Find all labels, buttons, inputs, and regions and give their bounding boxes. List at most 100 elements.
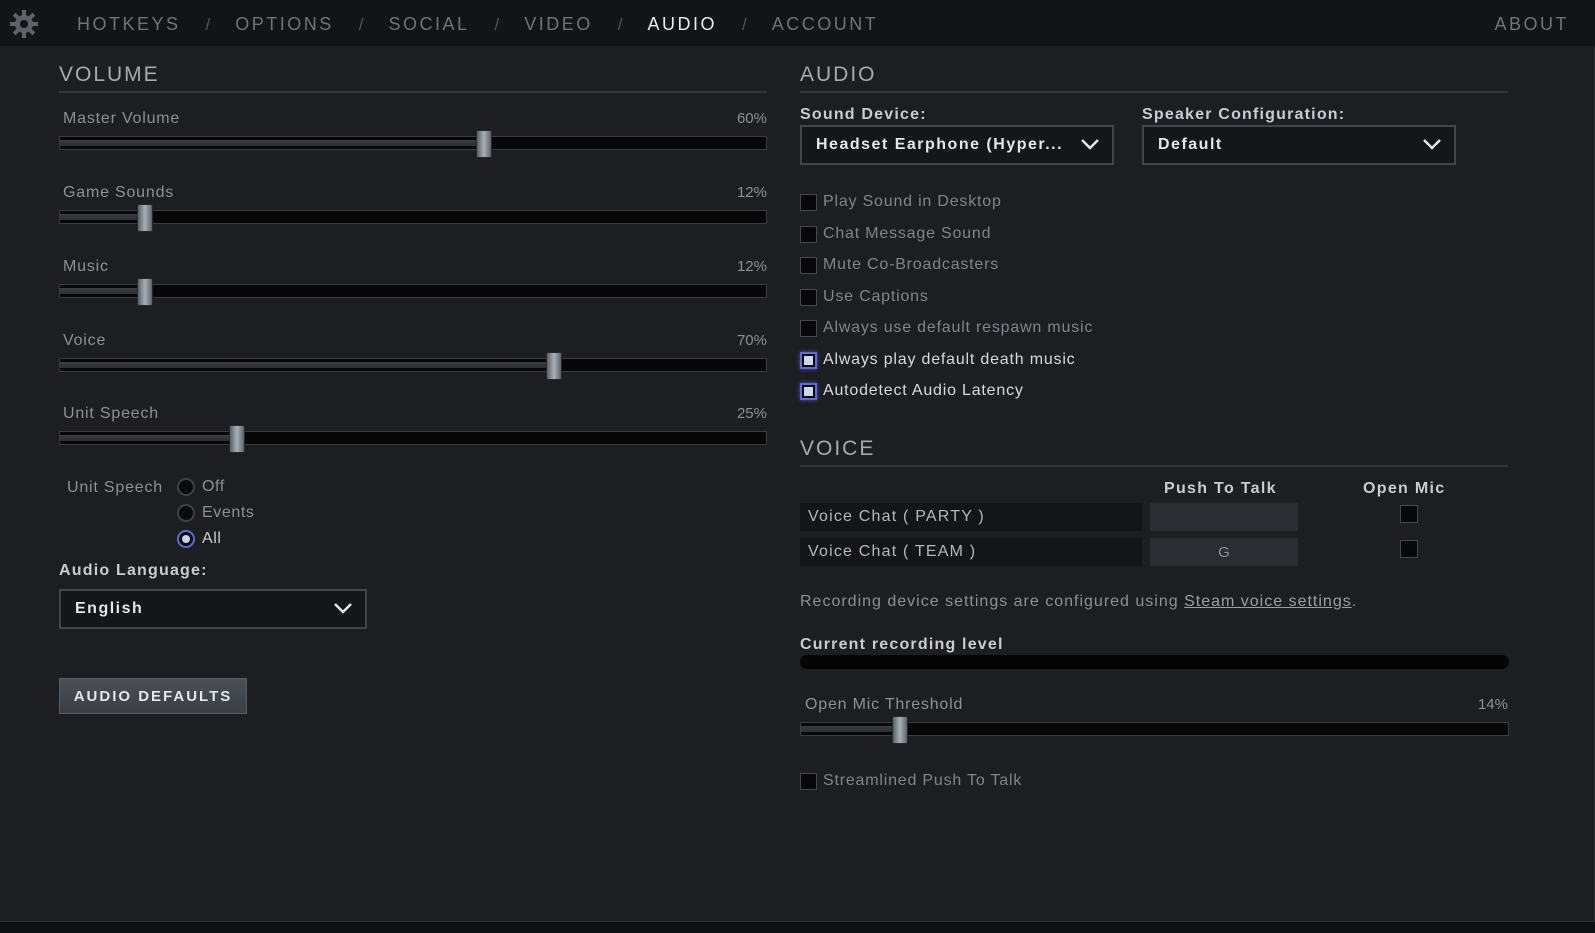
slider-thumb[interactable] xyxy=(228,425,245,453)
radio-button[interactable] xyxy=(177,504,195,522)
slider-fill xyxy=(60,140,484,146)
checkbox-box[interactable] xyxy=(800,382,817,400)
chevron-down-icon xyxy=(334,603,352,614)
slider-value: 60% xyxy=(736,110,767,127)
tab-audio[interactable]: AUDIO xyxy=(648,14,718,35)
tab-social[interactable]: SOCIAL xyxy=(389,14,470,35)
slider-value: 12% xyxy=(736,184,767,201)
checkbox-label: Chat Message Sound xyxy=(823,225,992,242)
checkbox-mute-co-broadcasters[interactable]: Mute Co-Broadcasters xyxy=(800,256,999,274)
push-to-talk-column-header: Push To Talk xyxy=(1164,480,1277,497)
push-to-talk-key-team[interactable]: G xyxy=(1150,538,1298,566)
checkbox-label: Autodetect Audio Latency xyxy=(823,382,1024,399)
slider-label: Voice xyxy=(63,332,107,349)
chevron-down-icon xyxy=(1081,139,1099,150)
checkbox-streamlined-push-to-talk[interactable]: Streamlined Push To Talk xyxy=(800,772,1022,790)
slider-label: Music xyxy=(63,258,109,275)
checkbox-box[interactable] xyxy=(800,256,817,274)
checkbox-box[interactable] xyxy=(800,193,817,211)
voice-section-title: VOICE xyxy=(800,437,876,460)
slider-label: Master Volume xyxy=(63,110,181,127)
slider-fill xyxy=(60,214,145,220)
audio-divider xyxy=(800,91,1508,93)
dropdown-value: English xyxy=(75,600,144,617)
checkbox-default-death-music[interactable]: Always play default death music xyxy=(800,351,1075,369)
checkbox-label: Always use default respawn music xyxy=(823,319,1094,336)
steam-voice-settings-link[interactable]: Steam voice settings xyxy=(1184,593,1352,610)
checkbox-use-captions[interactable]: Use Captions xyxy=(800,288,929,306)
nav-tabs: HOTKEYS / OPTIONS / SOCIAL / VIDEO / AUD… xyxy=(77,14,878,35)
nav-separator: / xyxy=(358,14,364,34)
slider-label: Unit Speech xyxy=(63,405,159,422)
checkbox-box[interactable] xyxy=(800,288,817,306)
slider-value: 70% xyxy=(736,332,767,349)
open-mic-checkbox-team[interactable] xyxy=(1400,540,1418,558)
audio-language-dropdown[interactable]: English xyxy=(59,589,367,629)
audio-defaults-button[interactable]: AUDIO DEFAULTS xyxy=(59,678,247,714)
nav-separator: / xyxy=(617,14,623,34)
recording-level-label: Current recording level xyxy=(800,636,1004,653)
open-mic-checkbox-party[interactable] xyxy=(1400,505,1418,523)
checkbox-box[interactable] xyxy=(800,772,817,790)
tab-account[interactable]: ACCOUNT xyxy=(772,14,879,35)
sound-device-dropdown[interactable]: Headset Earphone (Hyper... xyxy=(800,125,1114,165)
recording-device-info: Recording device settings are configured… xyxy=(800,593,1357,611)
chevron-down-icon xyxy=(1423,139,1441,150)
dropdown-value: Default xyxy=(1158,136,1223,153)
recording-level-meter xyxy=(800,655,1509,669)
slider-track[interactable] xyxy=(800,716,1509,744)
slider-value: 12% xyxy=(736,258,767,275)
speaker-config-dropdown[interactable]: Default xyxy=(1142,125,1456,165)
slider-track[interactable] xyxy=(59,130,767,158)
checkbox-play-sound-in-desktop[interactable]: Play Sound in Desktop xyxy=(800,193,1002,211)
slider-track[interactable] xyxy=(59,204,767,232)
checkbox-label: Mute Co-Broadcasters xyxy=(823,256,1000,273)
tab-video[interactable]: VIDEO xyxy=(524,14,593,35)
slider-track[interactable] xyxy=(59,278,767,306)
dropdown-value: Headset Earphone (Hyper... xyxy=(816,136,1064,153)
checkbox-autodetect-audio-latency[interactable]: Autodetect Audio Latency xyxy=(800,382,1024,400)
slider-value: 14% xyxy=(1477,696,1508,713)
voice-chat-party-row: Voice Chat ( PARTY ) xyxy=(800,503,1142,531)
checkbox-box[interactable] xyxy=(800,351,817,369)
slider-thumb[interactable] xyxy=(136,278,153,306)
slider-thumb[interactable] xyxy=(891,716,908,744)
nav-separator: / xyxy=(742,14,747,34)
slider-thumb[interactable] xyxy=(546,352,563,380)
gear-icon[interactable] xyxy=(9,9,39,39)
slider-fill xyxy=(801,726,900,732)
radio-unit-speech-all[interactable]: All xyxy=(177,530,222,548)
speaker-config-label: Speaker Configuration: xyxy=(1142,106,1346,123)
radio-button[interactable] xyxy=(177,478,195,496)
radio-button[interactable] xyxy=(177,530,195,548)
slider-track[interactable] xyxy=(59,425,767,453)
slider-thumb[interactable] xyxy=(136,204,153,232)
slider-value: 25% xyxy=(736,405,767,422)
slider-fill xyxy=(60,435,237,441)
radio-unit-speech-off[interactable]: Off xyxy=(177,478,225,496)
tab-options[interactable]: OPTIONS xyxy=(235,14,334,35)
checkbox-box[interactable] xyxy=(800,319,817,337)
nav-separator: / xyxy=(205,14,211,34)
voice-divider xyxy=(800,465,1508,467)
voice-chat-team-row: Voice Chat ( TEAM ) xyxy=(800,538,1142,566)
sound-device-label: Sound Device: xyxy=(800,106,927,123)
slider-fill xyxy=(60,362,555,368)
slider-thumb[interactable] xyxy=(475,130,492,158)
radio-label: Events xyxy=(202,504,255,521)
slider-fill xyxy=(60,288,145,294)
slider-track[interactable] xyxy=(59,352,767,380)
settings-window: HOTKEYS / OPTIONS / SOCIAL / VIDEO / AUD… xyxy=(0,0,1595,922)
about-link[interactable]: ABOUT xyxy=(1494,14,1569,35)
volume-divider xyxy=(59,91,767,93)
radio-unit-speech-events[interactable]: Events xyxy=(177,504,255,522)
tab-hotkeys[interactable]: HOTKEYS xyxy=(77,14,181,35)
push-to-talk-key-party[interactable] xyxy=(1150,503,1298,531)
checkbox-label: Use Captions xyxy=(823,288,929,305)
radio-label: Off xyxy=(202,478,225,495)
checkbox-default-respawn-music[interactable]: Always use default respawn music xyxy=(800,319,1093,337)
checkbox-box[interactable] xyxy=(800,225,817,243)
volume-section-title: VOLUME xyxy=(59,63,160,86)
checkbox-chat-message-sound[interactable]: Chat Message Sound xyxy=(800,225,991,243)
open-mic-column-header: Open Mic xyxy=(1363,480,1446,497)
